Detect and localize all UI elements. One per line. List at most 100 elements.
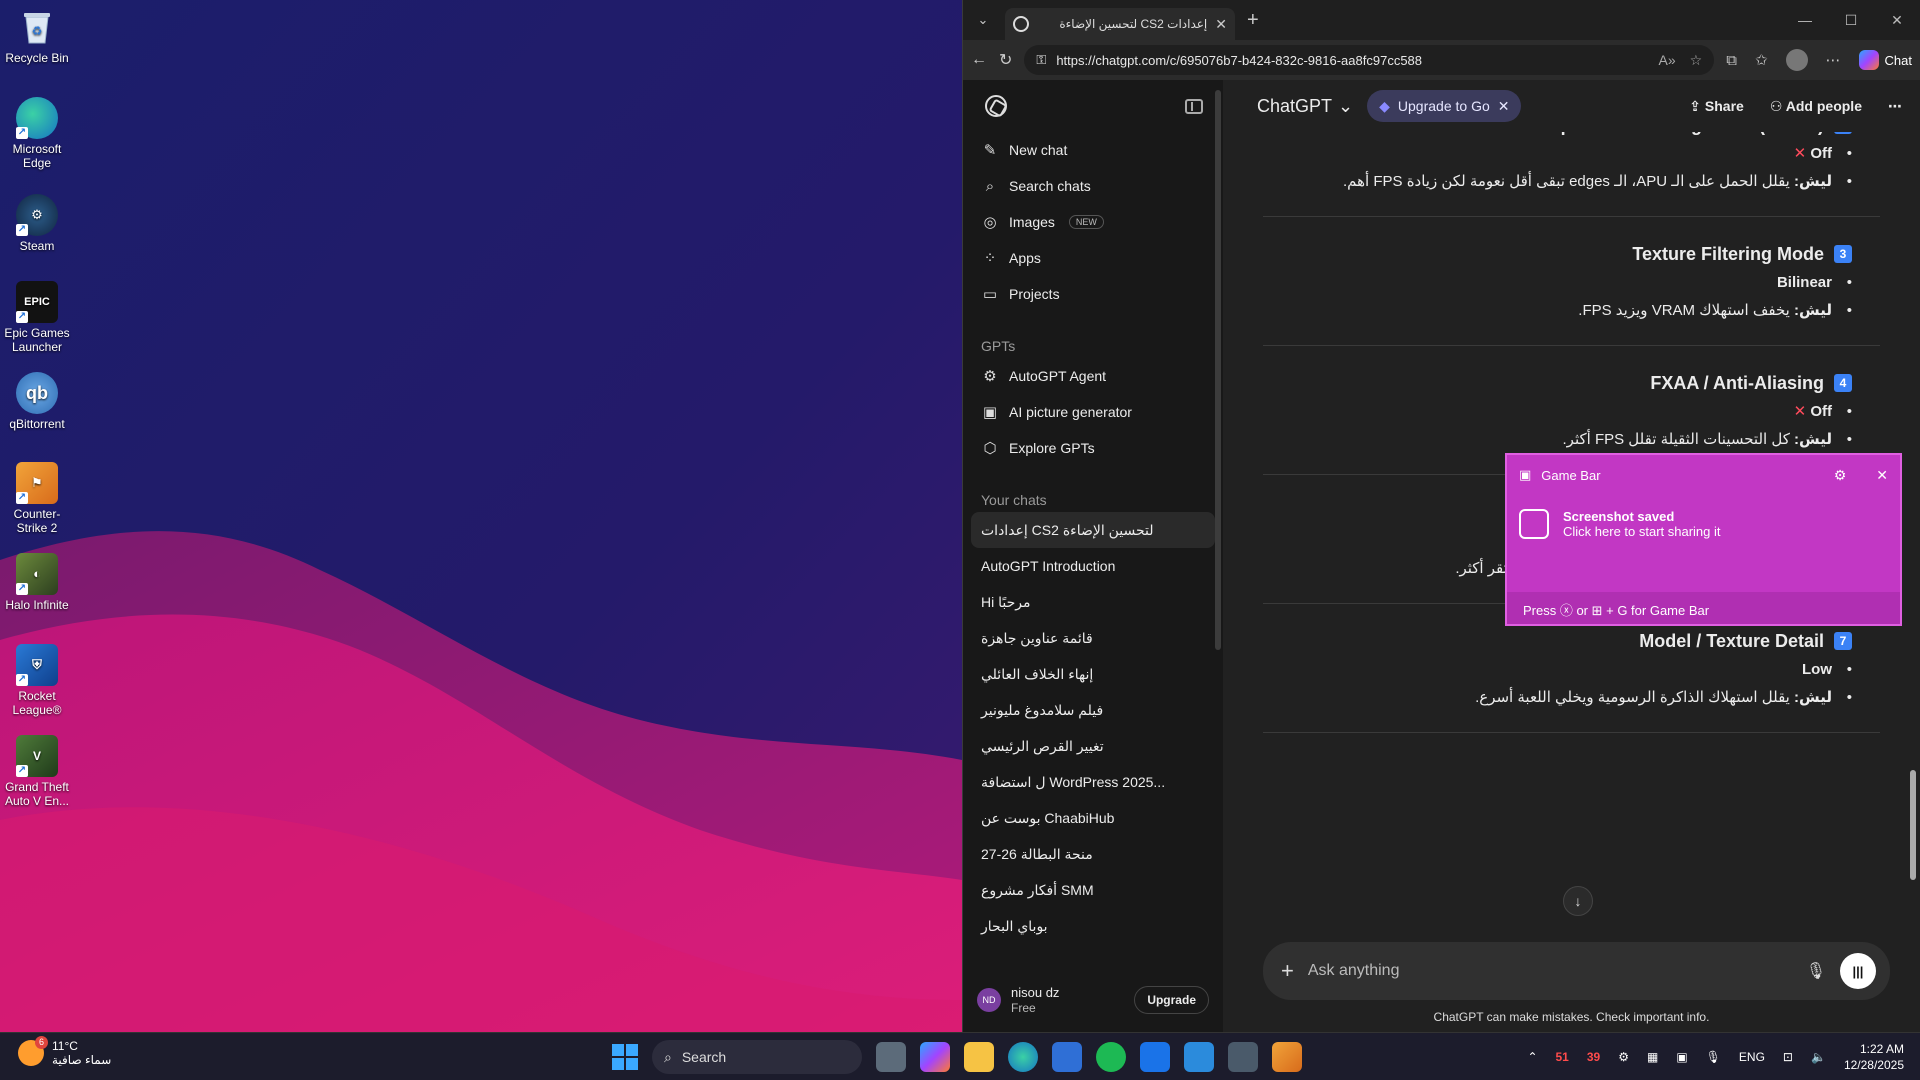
notepad-icon[interactable] <box>1184 1042 1214 1072</box>
chat-history-item[interactable]: تغيير القرص الرئيسي <box>971 728 1215 764</box>
microphone-tray-icon[interactable]: 🎙 <box>1706 1050 1721 1064</box>
scroll-thumb[interactable] <box>1910 770 1916 880</box>
desktop-icon-rocket-league[interactable]: ⛨ ↗ Rocket League® <box>0 644 74 717</box>
tray-app-icon[interactable]: ▦ <box>1647 1050 1658 1064</box>
sidebar-item-images[interactable]: ◎ Images NEW <box>971 204 1215 240</box>
steam-tray-icon[interactable]: ⚙ <box>1618 1050 1629 1064</box>
chat-history-item[interactable]: بوست عن ChaabiHub <box>971 800 1215 836</box>
language-indicator[interactable]: ENG <box>1739 1050 1765 1064</box>
gpt-item[interactable]: ⚙ AutoGPT Agent <box>971 358 1215 394</box>
setting-reason: ليش: يقلل الحمل على الـ APU، الـ edges ت… <box>1263 168 1852 196</box>
tray-app2-icon[interactable]: ▣ <box>1676 1050 1687 1064</box>
gpt-item[interactable]: ⬡ Explore GPTs <box>971 430 1215 466</box>
upgrade-button[interactable]: Upgrade <box>1134 986 1209 1014</box>
game-bar-notification[interactable]: ▣ Game Bar ⚙ ✕ Screenshot saved Click he… <box>1505 453 1902 626</box>
more-options-icon[interactable]: ⋯ <box>1888 98 1902 115</box>
sidebar-item-label: Apps <box>1009 250 1041 266</box>
chat-history-item[interactable]: إنهاء الخلاف العائلي <box>971 656 1215 692</box>
settings-gear-icon[interactable]: ⚙ <box>1834 467 1847 484</box>
sidebar-item-apps[interactable]: ⁘ Apps <box>971 240 1215 276</box>
sidebar-toggle-icon[interactable] <box>1185 98 1203 114</box>
profile-avatar-icon[interactable] <box>1785 49 1808 71</box>
desktop-icon-label: Counter-Strike 2 <box>13 507 61 535</box>
chat-history-item[interactable]: Hi مرحبًا <box>971 584 1215 620</box>
task-view-icon[interactable] <box>876 1042 906 1072</box>
tray-overflow-chevron-icon[interactable]: ⌃ <box>1527 1050 1537 1064</box>
gpt-item[interactable]: ▣ AI picture generator <box>971 394 1215 430</box>
desktop-icon-recycle-bin[interactable]: ♻ Recycle Bin <box>0 6 74 65</box>
close-window-icon[interactable]: ✕ <box>1874 12 1920 29</box>
tab-actions-chevron-icon[interactable]: ⌄ <box>969 6 997 34</box>
dismiss-pill-icon[interactable]: ✕ <box>1498 98 1510 115</box>
desktop-icon-counter-strike[interactable]: ⚑ ↗ Counter-Strike 2 <box>0 462 74 535</box>
share-button[interactable]: ⇪ Share <box>1689 98 1744 115</box>
user-profile[interactable]: ND nisou dz Free Upgrade <box>971 976 1215 1024</box>
site-info-icon[interactable]: ⚿ <box>1036 52 1046 68</box>
attach-plus-icon[interactable]: + <box>1281 958 1294 984</box>
sidebar-item-new-chat[interactable]: ✎ New chat <box>971 132 1215 168</box>
close-tab-icon[interactable]: ✕ <box>1215 16 1227 33</box>
microsoft-store-icon[interactable] <box>1052 1042 1082 1072</box>
chat-scrollbar[interactable] <box>1910 90 1916 1010</box>
desktop-icon-gta[interactable]: V ↗ Grand Theft Auto V En... <box>0 735 74 808</box>
desktop-icon-label: Recycle Bin <box>5 51 69 65</box>
chat-history-item[interactable]: أفكار مشروع SMM <box>971 872 1215 908</box>
scroll-down-arrow-icon[interactable]: ↓ <box>1563 886 1593 916</box>
counter-strike-taskbar-icon[interactable] <box>1272 1042 1302 1072</box>
sidebar-scrollbar[interactable] <box>1215 90 1221 650</box>
url-field[interactable]: ⚿ https://chatgpt.com/c/695076b7-b424-83… <box>1024 45 1715 75</box>
clock[interactable]: 1:22 AM 12/28/2025 <box>1844 1041 1904 1073</box>
weather-widget[interactable]: 6 11°C سماء صافية <box>18 1036 111 1067</box>
copilot-chat-button[interactable]: Chat <box>1858 50 1912 70</box>
favorite-star-icon[interactable]: ☆ <box>1690 52 1703 69</box>
sidebar-item-projects[interactable]: ▭ Projects <box>971 276 1215 312</box>
setting-reason: ليش: يقلل استهلاك الذاكرة الرسومية ويخلي… <box>1263 684 1852 712</box>
new-tab-icon[interactable]: + <box>1247 9 1259 32</box>
model-selector[interactable]: ChatGPT ⌄ <box>1257 96 1353 117</box>
desktop-icon-label: qBittorrent <box>9 417 65 431</box>
edge-taskbar-icon[interactable] <box>1008 1042 1038 1072</box>
chat-history-item[interactable]: AutoGPT Introduction <box>971 548 1215 584</box>
minimize-icon[interactable]: — <box>1782 12 1828 29</box>
maximize-icon[interactable]: ☐ <box>1828 12 1874 29</box>
chat-history-item[interactable]: إعدادات CS2 لتحسين الإضاءة <box>971 512 1215 548</box>
desktop-icon-steam[interactable]: ⚙ ↗ Steam <box>0 194 74 253</box>
add-people-button[interactable]: ⚇ Add people <box>1770 98 1862 115</box>
chat-history-item[interactable]: بوباي البحار <box>971 908 1215 944</box>
volume-icon[interactable]: 🔈 <box>1811 1050 1826 1064</box>
voice-mode-button[interactable]: ||| <box>1840 953 1876 989</box>
browser-tab[interactable]: إعدادات CS2 لتحسين الإضاءة ✕ <box>1005 8 1235 40</box>
chat-history-item[interactable]: فيلم سلامدوغ مليونير <box>971 692 1215 728</box>
extensions-icon[interactable]: ⧉ <box>1726 52 1737 69</box>
calculator-icon[interactable] <box>1228 1042 1258 1072</box>
cpu-temp-readout: 51 <box>1555 1050 1569 1064</box>
more-menu-icon[interactable]: ⋯ <box>1826 51 1841 69</box>
sidebar-item-label: Projects <box>1009 286 1060 302</box>
upgrade-to-go-pill[interactable]: ◆ Upgrade to Go ✕ <box>1367 90 1522 122</box>
sidebar-item-search[interactable]: ⌕ Search chats <box>971 168 1215 204</box>
read-aloud-icon[interactable]: A» <box>1659 52 1676 69</box>
desktop-icon-edge[interactable]: ↗ Microsoft Edge <box>0 97 74 170</box>
desktop-icon-epic-games[interactable]: EPIC ↗ Epic Games Launcher <box>0 281 74 354</box>
file-explorer-icon[interactable] <box>964 1042 994 1072</box>
desktop-icon-qbittorrent[interactable]: qb qBittorrent <box>0 372 74 431</box>
chat-history-item[interactable]: ل استضافة WordPress 2025... <box>971 764 1215 800</box>
microphone-icon[interactable]: 🎙 <box>1806 961 1826 981</box>
favorites-icon[interactable]: ✩ <box>1755 51 1768 69</box>
spotify-icon[interactable] <box>1096 1042 1126 1072</box>
copilot-taskbar-icon[interactable] <box>920 1042 950 1072</box>
mail-icon[interactable] <box>1140 1042 1170 1072</box>
new-badge: NEW <box>1068 215 1104 229</box>
back-icon[interactable]: ← <box>971 51 987 69</box>
taskbar-search[interactable]: ⌕ Search <box>652 1040 862 1074</box>
network-icon[interactable]: ⊡ <box>1783 1050 1793 1064</box>
close-notification-icon[interactable]: ✕ <box>1876 467 1888 484</box>
chat-history-item[interactable]: منحة البطالة 26-27 <box>971 836 1215 872</box>
refresh-icon[interactable]: ↻ <box>999 50 1012 70</box>
desktop-icon-halo[interactable]: ◐ ↗ Halo Infinite <box>0 553 74 612</box>
prompt-input[interactable] <box>1307 962 1792 980</box>
window-controls: — ☐ ✕ <box>1782 12 1920 29</box>
windows-start-icon[interactable] <box>612 1044 638 1070</box>
chat-history-item[interactable]: قائمة عناوين جاهزة <box>971 620 1215 656</box>
openai-logo-icon[interactable] <box>985 95 1007 117</box>
